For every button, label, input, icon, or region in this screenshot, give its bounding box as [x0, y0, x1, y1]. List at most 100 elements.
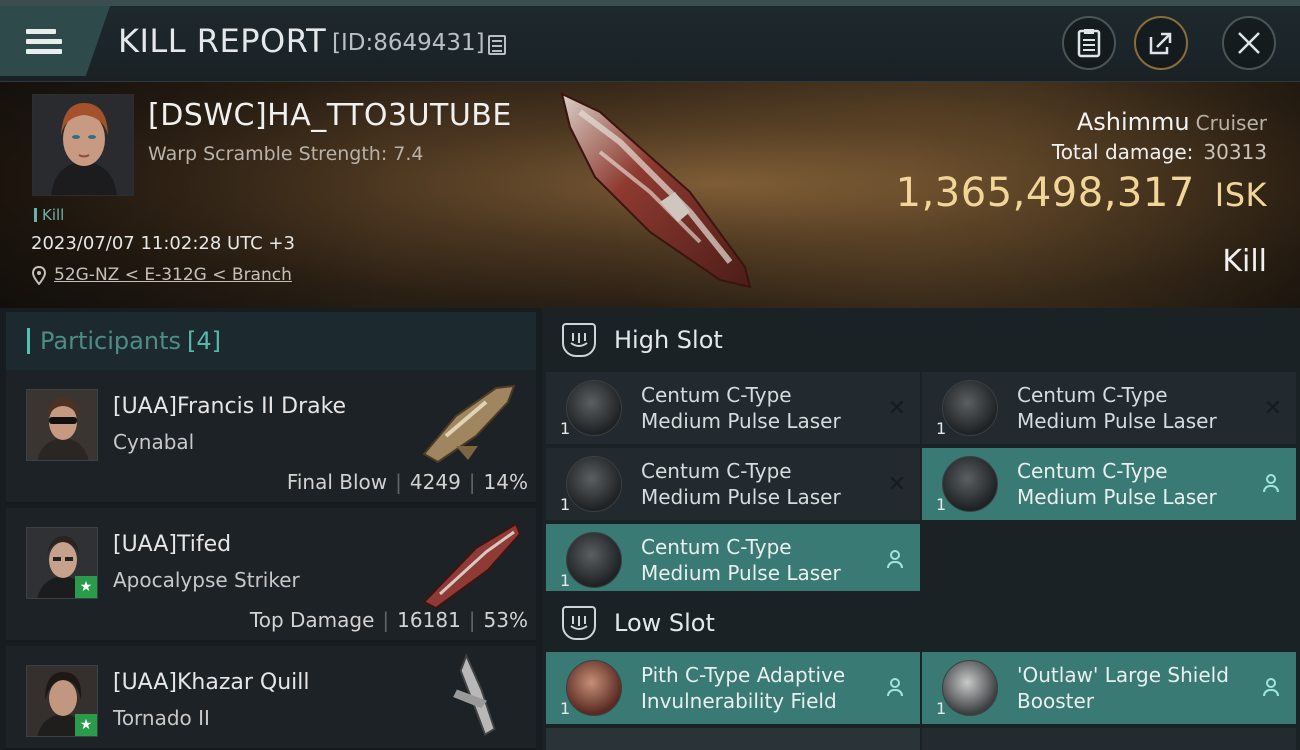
close-button[interactable] [1222, 16, 1276, 70]
victim-ship-name: Ashimmu [1076, 108, 1190, 136]
participant-name: [UAA]Khazar Quill [113, 670, 310, 695]
module-item[interactable]: 1 Centum C-Type Medium Pulse Laser [546, 524, 920, 596]
victim-summary: [DSWC]HA_TTO3UTUBE Warp Scramble Strengt… [0, 82, 1300, 308]
person-icon [886, 678, 904, 698]
pulse-laser-icon [566, 456, 622, 512]
kill-result: Kill [1222, 244, 1267, 279]
top-accent-line [0, 0, 1300, 6]
destroyed-icon: ✕ [887, 396, 906, 421]
kill-tag: Kill [34, 206, 64, 224]
close-icon [1238, 32, 1260, 54]
participants-header[interactable]: Participants [4] [6, 312, 536, 370]
module-item[interactable] [922, 728, 1296, 750]
person-icon [1262, 474, 1280, 494]
page-title: KILL REPORT [118, 22, 327, 60]
total-damage-label: Total damage: [1051, 140, 1194, 164]
share-button[interactable] [1134, 16, 1188, 70]
hamburger-icon [26, 24, 62, 59]
module-quantity: 1 [936, 495, 947, 514]
victim-name: [DSWC]HA_TTO3UTUBE [148, 98, 512, 133]
participant-ship: Apocalypse Striker [113, 568, 300, 592]
participant-avatar[interactable] [26, 389, 98, 461]
pulse-laser-icon [566, 532, 622, 588]
location-pin-icon [32, 265, 46, 285]
kill-location[interactable]: 52G-NZ < E-312G < Branch [32, 265, 292, 285]
participant-avatar[interactable]: ★ [26, 527, 98, 599]
shield-icon [566, 660, 622, 716]
participant-stat-label: Final Blow [286, 470, 388, 494]
module-name: 'Outlaw' Large Shield Booster [1017, 663, 1229, 713]
high-slot-header: High Slot [546, 308, 1300, 372]
share-icon [1149, 32, 1172, 55]
module-quantity: 1 [560, 571, 571, 590]
participants-panel: Participants [4] [UAA]Francis II Drake C… [0, 308, 542, 750]
module-quantity: 1 [560, 699, 571, 718]
module-quantity: 1 [560, 419, 571, 438]
participant-percent: 53% [483, 608, 528, 632]
kill-tag-label: Kill [42, 206, 65, 224]
module-quantity: 1 [936, 419, 947, 438]
total-damage-value: 30313 [1203, 140, 1267, 164]
module-item[interactable]: 1 Centum C-Type Medium Pulse Laser ✕ [546, 372, 920, 444]
participant-stats: Top Damage | 16181 | 53% [249, 608, 528, 632]
person-icon [886, 550, 904, 570]
high-slot-icon [562, 323, 596, 357]
victim-ship: Ashimmu Cruiser [1077, 108, 1267, 136]
participant-percent: 14% [483, 470, 528, 494]
kill-timestamp: 2023/07/07 11:02:28 UTC +3 [31, 233, 295, 254]
module-item[interactable]: 1 Centum C-Type Medium Pulse Laser ✕ [922, 372, 1296, 444]
module-name: Centum C-Type Medium Pulse Laser [641, 535, 841, 585]
person-icon [1262, 678, 1280, 698]
report-id: [ID:8649431] [332, 30, 485, 56]
low-slot-icon [562, 606, 596, 640]
participant-stat-label: Top Damage [249, 608, 375, 632]
pulse-laser-icon [942, 380, 998, 436]
participants-label: Participants [40, 327, 181, 355]
destroyed-icon: ✕ [1263, 396, 1282, 421]
participant-damage: 4249 [409, 470, 461, 494]
participant-ship-image [453, 653, 496, 736]
module-item[interactable]: 1 Centum C-Type Medium Pulse Laser [922, 448, 1296, 520]
module-name: Centum C-Type Medium Pulse Laser [1017, 459, 1217, 509]
participant-row[interactable]: ★ [UAA]Khazar Quill Tornado II [6, 646, 536, 750]
participant-row[interactable]: ★ [UAA]Tifed Apocalypse Striker Top Dama… [6, 508, 536, 642]
total-damage: Total damage: 30313 [1052, 140, 1267, 164]
module-name: Centum C-Type Medium Pulse Laser [641, 383, 841, 433]
report-button[interactable] [1062, 16, 1116, 70]
participant-name: [UAA]Francis II Drake [113, 394, 347, 419]
module-quantity: 1 [560, 495, 571, 514]
pulse-laser-icon [942, 456, 998, 512]
copy-id-icon[interactable] [488, 35, 506, 55]
fitting-panel: High Slot 1 Centum C-Type Medium Pulse La… [542, 308, 1300, 750]
participant-row[interactable]: [UAA]Francis II Drake Cynabal Final Blow… [6, 370, 536, 504]
high-slot-label: High Slot [614, 326, 723, 354]
module-name: Centum C-Type Medium Pulse Laser [641, 459, 841, 509]
menu-button[interactable] [0, 6, 110, 76]
low-slot-header: Low Slot [546, 591, 1300, 655]
victim-ship-image [560, 92, 752, 289]
shield-icon [942, 660, 998, 716]
location-link[interactable]: 52G-NZ < E-312G < Branch [54, 265, 292, 285]
isk-value: 1,365,498,317 ISK [896, 170, 1267, 216]
participant-ship-image [422, 384, 516, 464]
victim-portrait[interactable] [32, 94, 134, 196]
isk-unit: ISK [1214, 176, 1267, 214]
participant-avatar[interactable]: ★ [26, 665, 98, 737]
module-item[interactable] [546, 728, 920, 750]
low-slot-label: Low Slot [614, 609, 715, 637]
clipboard-icon [1077, 29, 1101, 58]
module-item[interactable]: 1 Pith C-Type Adaptive Invulnerability Fi… [546, 652, 920, 724]
participant-damage: 16181 [397, 608, 461, 632]
warp-scramble-strength: Warp Scramble Strength: 7.4 [148, 143, 424, 165]
module-item[interactable]: 1 'Outlaw' Large Shield Booster [922, 652, 1296, 724]
top-bar: KILL REPORT [ID:8649431] [0, 0, 1300, 82]
module-item[interactable]: 1 Centum C-Type Medium Pulse Laser ✕ [546, 448, 920, 520]
module-quantity: 1 [936, 699, 947, 718]
participants-count: [4] [186, 327, 221, 355]
isk-amount: 1,365,498,317 [895, 170, 1195, 216]
module-name: Pith C-Type Adaptive Invulnerability Fiel… [641, 663, 846, 713]
participant-stats: Final Blow | 4249 | 14% [286, 470, 528, 494]
destroyed-icon: ✕ [887, 472, 906, 497]
star-icon: ★ [75, 576, 97, 598]
participant-ship: Tornado II [113, 706, 210, 730]
